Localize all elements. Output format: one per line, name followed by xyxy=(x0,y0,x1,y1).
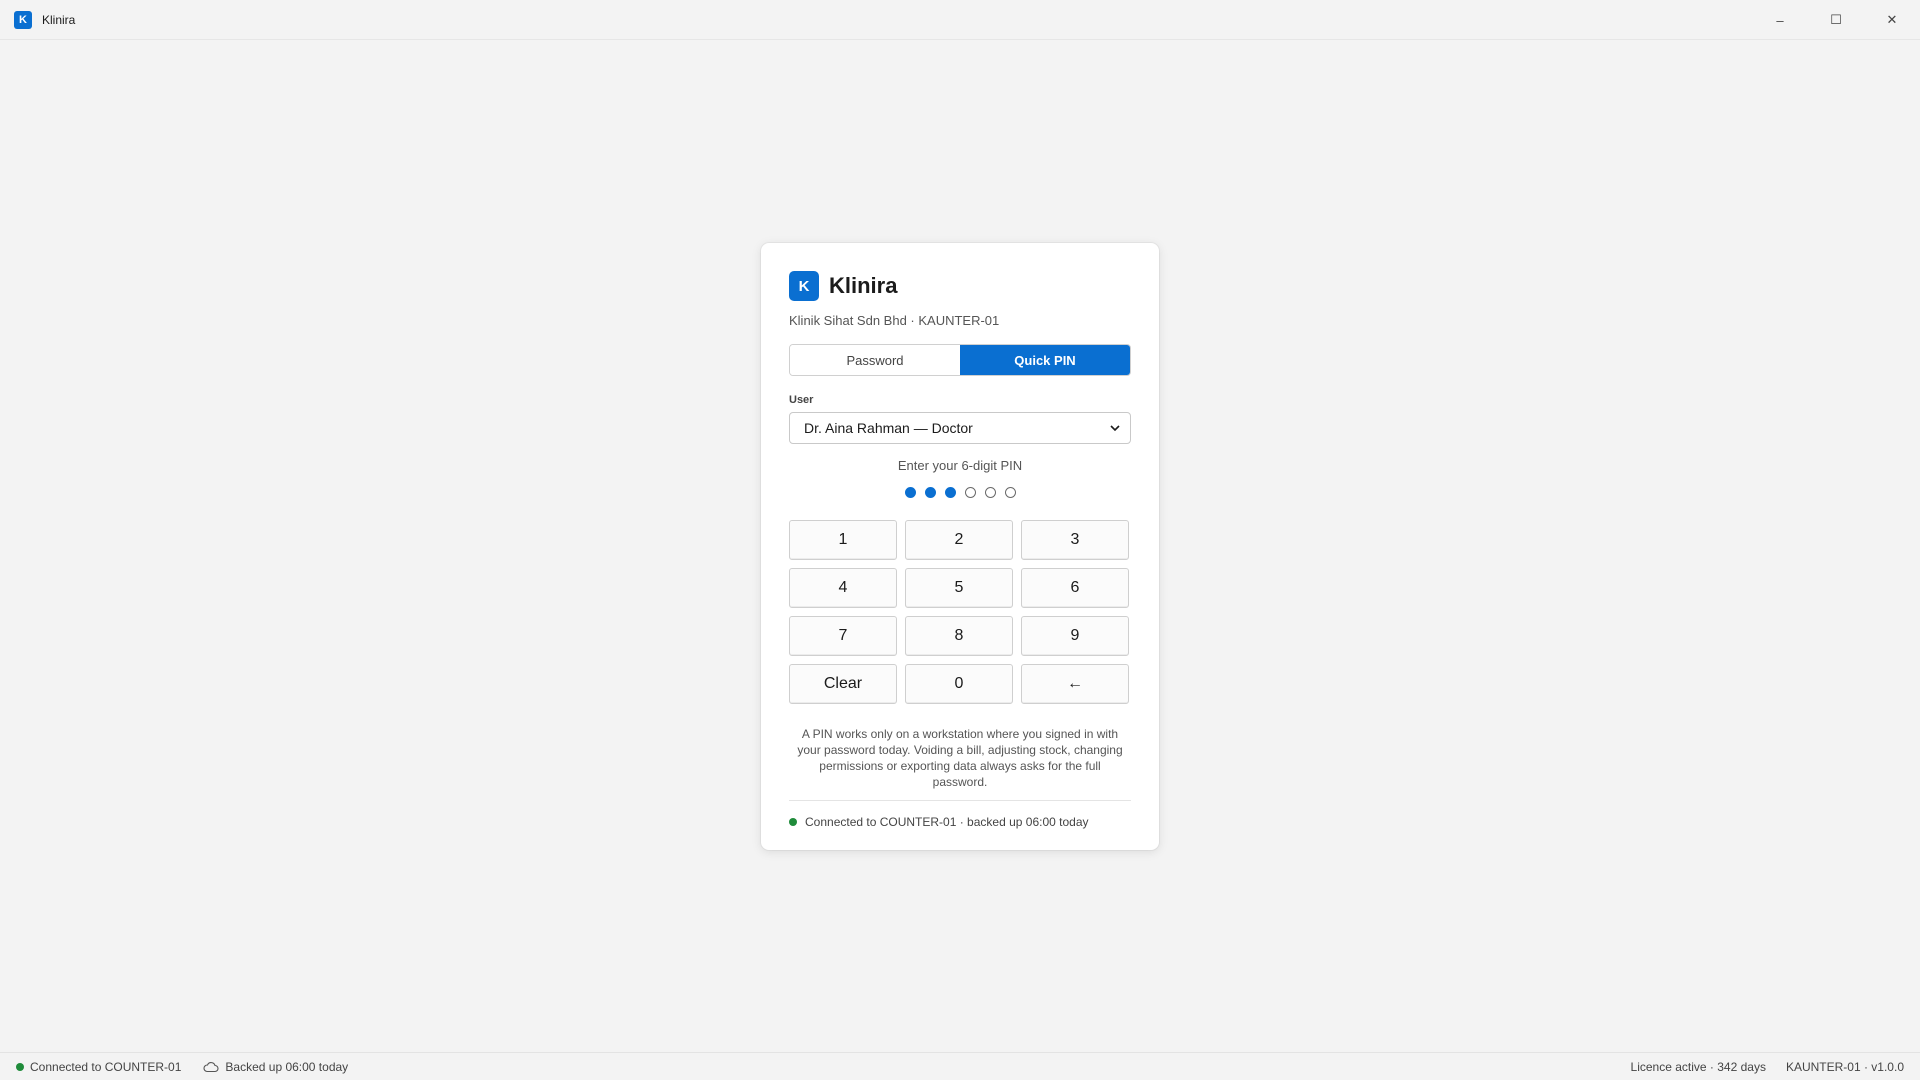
pin-dot xyxy=(904,487,916,498)
title-bar: K Klinira – ☐ ✕ xyxy=(0,0,1920,40)
cloud-icon xyxy=(203,1061,219,1072)
licence-status: Licence active · 342 days xyxy=(1630,1059,1766,1074)
key-4[interactable]: 4 xyxy=(789,568,897,608)
brand-header: K Klinira xyxy=(789,271,1131,301)
key-8[interactable]: 8 xyxy=(905,616,1013,656)
backup-text: Backed up 06:00 today xyxy=(225,1059,349,1074)
login-card: K Klinira Klinik Sihat Sdn Bhd · KAUNTER… xyxy=(761,243,1159,850)
login-mode-tabs: Password Quick PIN xyxy=(789,344,1131,376)
pin-dot xyxy=(924,487,936,498)
key-6[interactable]: 6 xyxy=(1021,568,1129,608)
connection-text: Connected to COUNTER-01 xyxy=(30,1059,182,1074)
status-dot-icon xyxy=(789,818,797,826)
key-9[interactable]: 9 xyxy=(1021,616,1129,656)
pin-dot xyxy=(964,487,976,498)
pin-dot xyxy=(1004,487,1016,498)
window-title: Klinira xyxy=(42,12,76,27)
connection-status: Connected to COUNTER-01 · backed up 06:0… xyxy=(789,815,1131,829)
key-7[interactable]: 7 xyxy=(789,616,897,656)
connection-status-text: Connected to COUNTER-01 · backed up 06:0… xyxy=(805,815,1089,829)
brand-logo: K xyxy=(789,271,819,301)
backspace-key[interactable]: ← xyxy=(1021,664,1129,704)
pin-dot xyxy=(984,487,996,498)
version-info: KAUNTER-01 · v1.0.0 xyxy=(1785,1059,1904,1074)
clear-key[interactable]: Clear xyxy=(789,664,897,704)
app-icon: K xyxy=(14,10,32,29)
minimize-button[interactable]: – xyxy=(1752,0,1808,40)
tab-password[interactable]: Password xyxy=(790,345,960,375)
status-bar: Connected to COUNTER-01 Backed up 06:00 … xyxy=(0,1052,1920,1080)
key-3[interactable]: 3 xyxy=(1021,520,1129,560)
key-5[interactable]: 5 xyxy=(905,568,1013,608)
divider xyxy=(789,800,1131,801)
pin-keypad: 1 2 3 4 5 6 7 8 9 Clear 0 ← xyxy=(789,520,1131,704)
pin-dot xyxy=(944,487,956,498)
status-dot-icon xyxy=(16,1062,24,1071)
window-controls: – ☐ ✕ xyxy=(1752,0,1920,40)
pin-prompt: Enter your 6-digit PIN xyxy=(897,458,1023,473)
maximize-button[interactable]: ☐ xyxy=(1808,0,1864,40)
clinic-subtitle: Klinik Sihat Sdn Bhd · KAUNTER-01 xyxy=(789,313,1000,328)
user-select-value: Dr. Aina Rahman — Doctor xyxy=(804,420,973,436)
key-2[interactable]: 2 xyxy=(905,520,1013,560)
brand-name: Klinira xyxy=(829,273,898,298)
connection-indicator: Connected to COUNTER-01 xyxy=(16,1060,181,1074)
key-1[interactable]: 1 xyxy=(789,520,897,560)
user-field-label: User xyxy=(789,394,814,406)
tab-quick-pin[interactable]: Quick PIN xyxy=(960,345,1130,375)
close-button[interactable]: ✕ xyxy=(1864,0,1920,40)
key-0[interactable]: 0 xyxy=(905,664,1013,704)
chevron-down-icon xyxy=(1110,425,1120,432)
pin-policy-note: A PIN works only on a workstation where … xyxy=(797,727,1123,789)
backup-indicator: Backed up 06:00 today xyxy=(203,1060,348,1074)
user-select[interactable]: Dr. Aina Rahman — Doctor xyxy=(789,412,1131,444)
pin-indicator xyxy=(789,487,1131,498)
